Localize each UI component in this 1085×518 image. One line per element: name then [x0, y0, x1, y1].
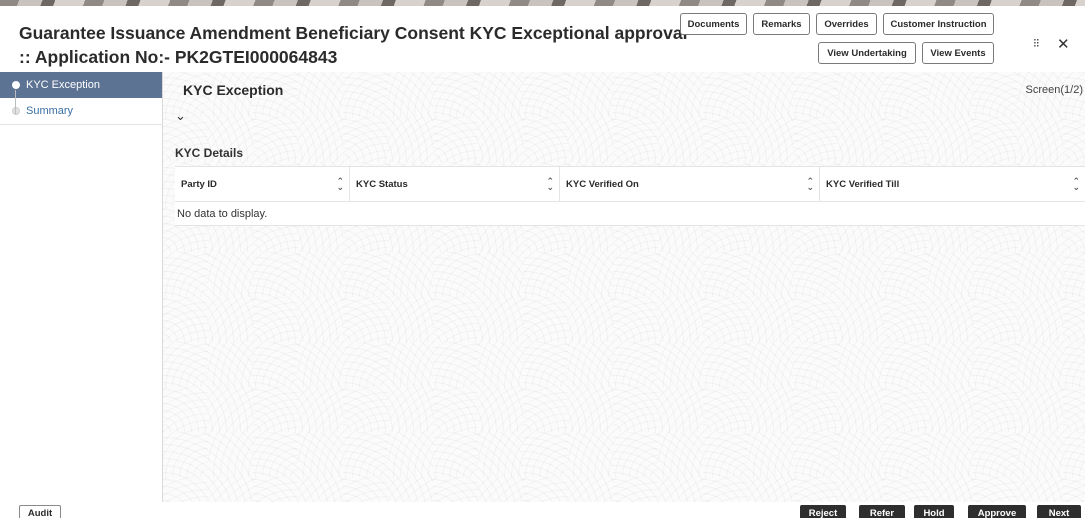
- step-dot-icon: [12, 107, 20, 115]
- column-header-kyc-status[interactable]: KYC Status ⌃ ⌄: [350, 167, 560, 201]
- sidebar-item-label: KYC Exception: [26, 79, 100, 91]
- step-connector: [15, 90, 16, 114]
- page-title: Guarantee Issuance Amendment Beneficiary…: [19, 21, 687, 69]
- sidebar-item-summary[interactable]: Summary: [0, 98, 162, 124]
- kyc-details-table: Party ID ⌃ ⌄ KYC Status ⌃ ⌄ KYC Verified O…: [175, 166, 1085, 226]
- overrides-button[interactable]: Overrides: [816, 13, 877, 35]
- screen-indicator: Screen(1/2): [1025, 84, 1083, 96]
- minimize-icon[interactable]: ⁝⁝: [1033, 36, 1040, 50]
- collapse-chevron-icon[interactable]: ⌄: [175, 108, 186, 124]
- sort-icon[interactable]: ⌃ ⌄: [806, 177, 814, 192]
- approve-button[interactable]: Approve: [968, 505, 1026, 518]
- section-title: KYC Exception: [183, 82, 284, 98]
- next-button[interactable]: Next: [1037, 505, 1081, 518]
- column-header-kyc-verified-till[interactable]: KYC Verified Till ⌃ ⌄: [820, 167, 1085, 201]
- sidebar-divider: [0, 124, 163, 125]
- sort-icon[interactable]: ⌃ ⌄: [546, 177, 554, 192]
- hold-button[interactable]: Hold: [914, 505, 954, 518]
- column-header-kyc-verified-on[interactable]: KYC Verified On ⌃ ⌄: [560, 167, 820, 201]
- reject-button[interactable]: Reject: [800, 505, 846, 518]
- footer-bar: Audit Reject Refer Hold Approve Next: [0, 502, 1085, 518]
- sort-icon[interactable]: ⌃ ⌄: [1072, 177, 1080, 192]
- audit-button[interactable]: Audit: [19, 505, 61, 518]
- empty-message: No data to display.: [177, 207, 268, 220]
- page-title-line1: Guarantee Issuance Amendment Beneficiary…: [19, 23, 688, 43]
- table-empty-row: No data to display.: [175, 202, 1085, 226]
- sidebar-item-label: Summary: [26, 105, 74, 117]
- customer-instruction-button[interactable]: Customer Instruction: [883, 13, 994, 35]
- application-number: :: Application No:- PK2GTEI000064843: [19, 47, 338, 67]
- sort-icon[interactable]: ⌃ ⌄: [336, 177, 344, 192]
- step-dot-icon: [12, 81, 20, 89]
- table-header-row: Party ID ⌃ ⌄ KYC Status ⌃ ⌄ KYC Verified O…: [175, 167, 1085, 202]
- view-events-button[interactable]: View Events: [922, 42, 994, 64]
- documents-button[interactable]: Documents: [680, 13, 747, 35]
- close-icon[interactable]: ✕: [1057, 35, 1070, 53]
- sidebar: KYC Exception Summary: [0, 72, 163, 502]
- column-label: KYC Status: [356, 178, 408, 190]
- page-header: Guarantee Issuance Amendment Beneficiary…: [0, 6, 1085, 72]
- sidebar-item-kyc-exception[interactable]: KYC Exception: [0, 72, 162, 98]
- column-label: Party ID: [181, 178, 217, 190]
- remarks-button[interactable]: Remarks: [753, 13, 810, 35]
- main-content: KYC Exception Screen(1/2) ⌄ KYC Details …: [163, 72, 1085, 502]
- column-header-party-id[interactable]: Party ID ⌃ ⌄: [175, 167, 350, 201]
- column-label: KYC Verified Till: [826, 178, 900, 190]
- column-label: KYC Verified On: [566, 178, 639, 190]
- kyc-details-title: KYC Details: [175, 146, 244, 160]
- view-undertaking-button[interactable]: View Undertaking: [818, 42, 916, 64]
- refer-button[interactable]: Refer: [859, 505, 905, 518]
